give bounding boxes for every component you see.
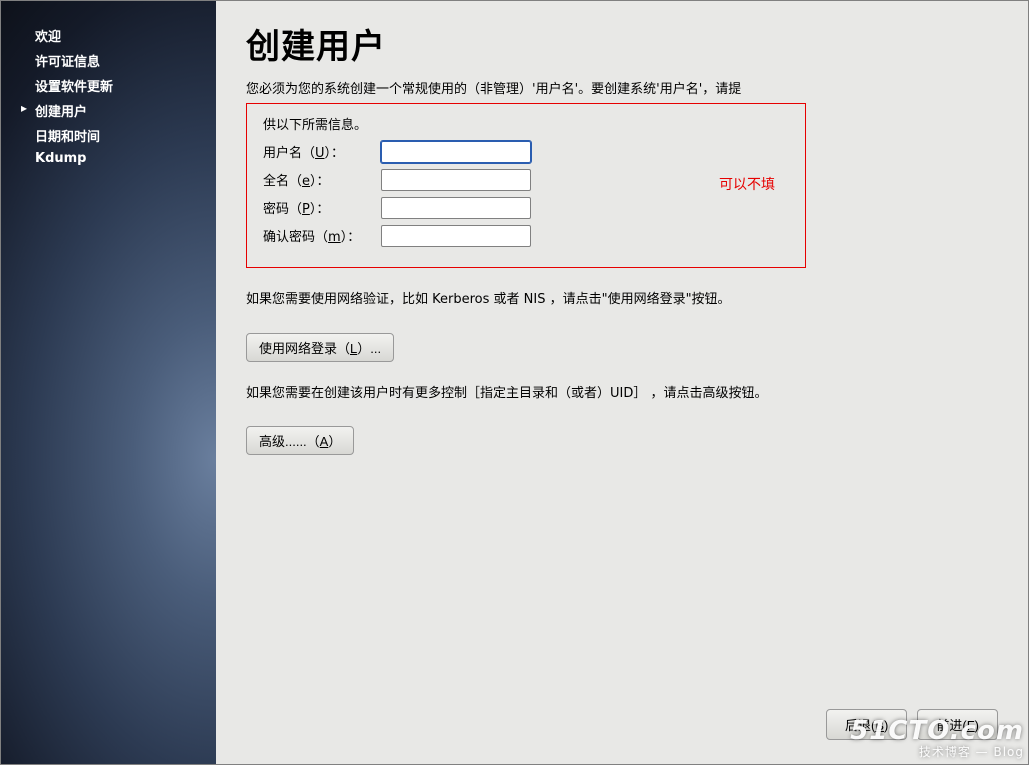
sidebar-item-updates[interactable]: 设置软件更新 [35,73,216,98]
row-fullname: 全名（e）： [263,169,789,191]
intro-line1: 您必须为您的系统创建一个常规使用的（非管理）'用户名'。要创建系统'用户名'，请… [246,80,998,101]
network-login-text: 如果您需要使用网络验证，比如 Kerberos 或者 NIS ，请点击"使用网络… [246,290,998,311]
confirm-input[interactable] [381,225,531,247]
sidebar-list: 欢迎 许可证信息 设置软件更新 创建用户 日期和时间 Kdump [1,1,216,169]
row-password: 密码（P）： [263,197,789,219]
sidebar-item-label: 许可证信息 [35,55,100,70]
intro-line2: 供以下所需信息。 [263,114,789,133]
advanced-text: 如果您需要在创建该用户时有更多控制［指定主目录和（或者）UID］ ，请点击高级按… [246,384,998,405]
sidebar: 欢迎 许可证信息 设置软件更新 创建用户 日期和时间 Kdump [1,1,216,764]
label-password: 密码（P）： [263,198,381,217]
advanced-button[interactable]: 高级......（A） [246,426,354,455]
row-confirm: 确认密码（m）： [263,225,789,247]
optional-annotation: 可以不填 [719,174,775,194]
sidebar-item-license[interactable]: 许可证信息 [35,48,216,73]
row-username: 用户名（U）： [263,141,789,163]
bottom-bar: 后退(B) 前进(F) [826,709,998,740]
sidebar-item-label: Kdump [35,151,87,166]
back-button[interactable]: 后退(B) [826,709,907,740]
network-login-button[interactable]: 使用网络登录（L）... [246,333,394,362]
label-username: 用户名（U）： [263,142,381,161]
password-input[interactable] [381,197,531,219]
sidebar-item-label: 日期和时间 [35,130,100,145]
label-fullname: 全名（e）： [263,170,381,189]
fullname-input[interactable] [381,169,531,191]
sidebar-item-datetime[interactable]: 日期和时间 [35,123,216,148]
sidebar-item-label: 设置软件更新 [35,80,113,95]
label-confirm: 确认密码（m）： [263,226,381,245]
sidebar-item-label: 创建用户 [35,105,87,120]
sidebar-item-label: 欢迎 [35,30,61,45]
username-input[interactable] [381,141,531,163]
sidebar-item-welcome[interactable]: 欢迎 [35,23,216,48]
page-title: 创建用户 [246,19,998,68]
user-form-box: 供以下所需信息。 用户名（U）： 全名（e）： 密码（P）： 确认密码（m）： … [246,103,806,268]
sidebar-item-create-user[interactable]: 创建用户 [35,98,216,123]
sidebar-item-kdump[interactable]: Kdump [35,148,216,169]
forward-button[interactable]: 前进(F) [917,709,998,740]
main-content: 创建用户 您必须为您的系统创建一个常规使用的（非管理）'用户名'。要创建系统'用… [216,1,1028,764]
